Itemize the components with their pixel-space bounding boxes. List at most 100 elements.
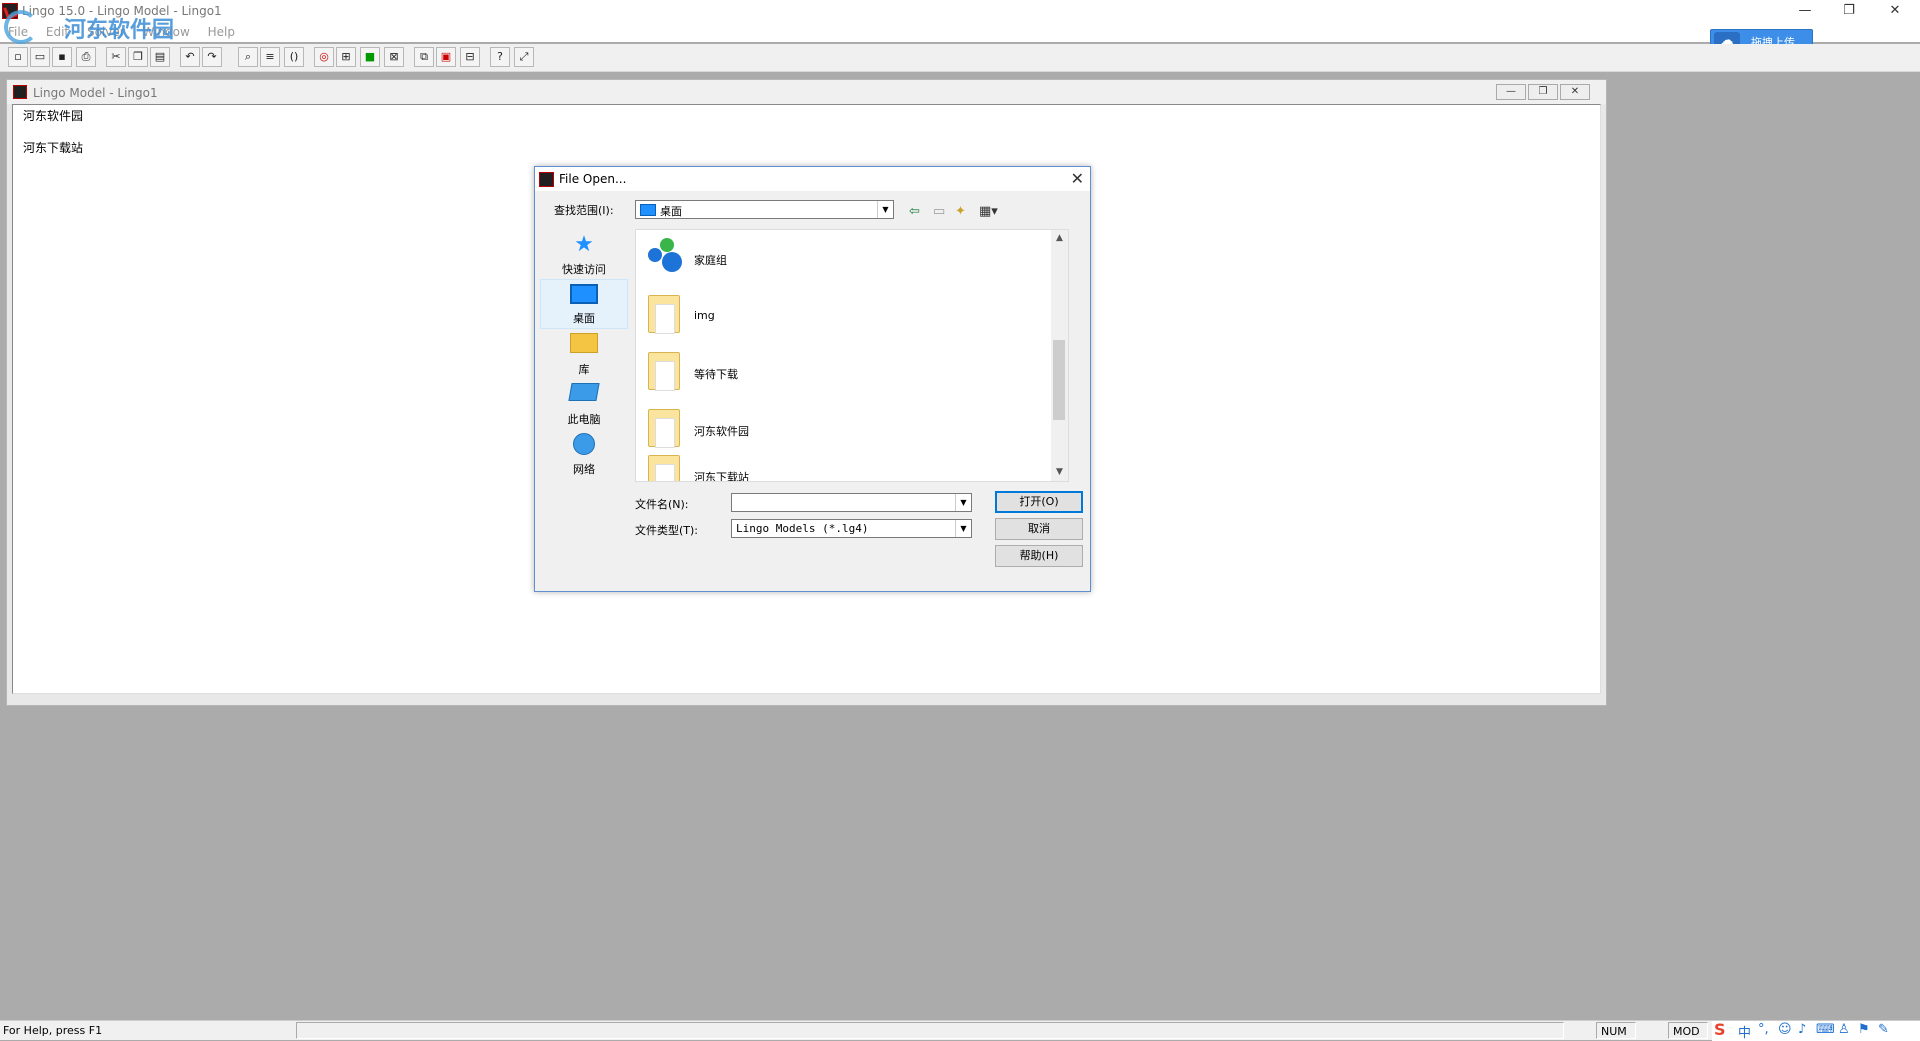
file-open-dialog: File Open... ✕ 查找范围(I): 桌面 ▼ ⇦ ▭ ✦ ▦▾ ★ … (534, 166, 1091, 592)
folder-icon (648, 409, 682, 449)
up-folder-icon[interactable]: ▭ (933, 204, 945, 219)
menu-items[interactable]: File Edit Solver Window Help (8, 25, 235, 39)
filetype-combo[interactable]: Lingo Models (*.lg4) ▼ (731, 519, 972, 538)
new-file-icon[interactable]: ▫ (8, 47, 28, 67)
editor-line-1: 河东软件园 (23, 109, 84, 123)
list-item[interactable]: 等待下载 (636, 344, 1056, 396)
place-network[interactable]: 网络 (540, 429, 628, 479)
place-desktop[interactable]: 桌面 (540, 279, 628, 329)
filename-combo[interactable]: ▼ (731, 493, 972, 512)
help-button[interactable]: 帮助(H) (995, 545, 1083, 567)
redo-icon[interactable]: ↷ (202, 47, 222, 67)
undo-icon[interactable]: ↶ (180, 47, 200, 67)
scroll-down-icon[interactable]: ▼ (1051, 464, 1068, 481)
place-label: 快速访问 (562, 263, 606, 276)
folder-icon (648, 455, 682, 481)
status-help-text: For Help, press F1 (3, 1024, 103, 1037)
tile-icon[interactable]: ⊟ (460, 47, 480, 67)
library-icon (570, 333, 598, 353)
filename-label: 文件名(N): (635, 498, 689, 511)
settings-icon[interactable]: ✎ (1878, 1022, 1889, 1037)
file-list-scrollbar[interactable]: ▲ ▼ (1051, 230, 1068, 481)
filetype-label: 文件类型(T): (635, 524, 699, 537)
app-title: Lingo 15.0 - Lingo Model - Lingo1 (22, 4, 222, 18)
homegroup-icon (648, 238, 682, 278)
places-bar: ★ 快速访问 桌面 库 此电脑 网络 (540, 229, 630, 479)
skin-icon[interactable]: ⚑ (1858, 1022, 1870, 1037)
file-name: img (694, 309, 715, 322)
look-in-combo[interactable]: 桌面 ▼ (635, 200, 894, 219)
status-pane-main (296, 1022, 1564, 1039)
generate-icon[interactable]: ■ (360, 47, 380, 67)
place-this-pc[interactable]: 此电脑 (540, 379, 628, 429)
back-icon[interactable]: ⇦ (909, 204, 920, 219)
view-menu-icon[interactable]: ▦▾ (979, 204, 998, 219)
chinese-mode-icon[interactable]: 中 (1738, 1022, 1751, 1041)
list-item[interactable]: 河东下载站 (636, 447, 1056, 481)
look-in-value: 桌面 (660, 205, 682, 218)
list-item[interactable]: img (636, 287, 1056, 339)
goto-line-icon[interactable]: ≡ (260, 47, 280, 67)
file-name: 家庭组 (694, 254, 727, 267)
child-close-button[interactable]: ✕ (1560, 84, 1590, 100)
dialog-title: File Open... (559, 172, 627, 186)
list-item[interactable]: 家庭组 (636, 230, 1056, 282)
desktop-folder-icon (640, 204, 656, 216)
file-list: 家庭组 img 等待下载 河东软件园 河东下载站 ▲ ▼ (635, 229, 1069, 482)
help-icon[interactable]: ? (490, 47, 510, 67)
scroll-up-icon[interactable]: ▲ (1051, 230, 1068, 247)
cascade-icon[interactable]: ▣ (436, 47, 456, 67)
new-folder-icon[interactable]: ✦ (955, 204, 966, 219)
solve-icon[interactable]: ◎ (314, 47, 334, 67)
cancel-button[interactable]: 取消 (995, 518, 1083, 540)
app-titlebar: Lingo 15.0 - Lingo Model - Lingo1 — ❐ ✕ (0, 0, 1920, 22)
dialog-titlebar: File Open... ✕ (535, 167, 1090, 191)
paste-icon[interactable]: ▤ (150, 47, 170, 67)
keyboard-icon[interactable]: ⌨ (1816, 1022, 1835, 1037)
options-icon[interactable]: ⊞ (336, 47, 356, 67)
restore-button[interactable]: ❐ (1826, 0, 1872, 22)
place-quick-access[interactable]: ★ 快速访问 (540, 229, 628, 279)
dialog-close-icon[interactable]: ✕ (1071, 169, 1084, 188)
cut-icon[interactable]: ✂ (106, 47, 126, 67)
open-button[interactable]: 打开(O) (995, 491, 1083, 513)
send-to-back-icon[interactable]: ⧉ (414, 47, 434, 67)
save-icon[interactable]: ▪ (52, 47, 72, 67)
folder-icon (648, 295, 682, 335)
close-all-icon[interactable]: ⊠ (384, 47, 404, 67)
mod-indicator: MOD (1673, 1025, 1700, 1038)
sogou-icon[interactable]: S (1714, 1020, 1726, 1039)
place-label: 库 (578, 363, 590, 376)
place-library[interactable]: 库 (540, 329, 628, 379)
place-label: 桌面 (573, 312, 595, 325)
place-label: 此电脑 (567, 413, 601, 426)
microphone-icon[interactable]: ♪ (1798, 1022, 1806, 1037)
list-item[interactable]: 河东软件园 (636, 401, 1056, 453)
ime-toolbar: S 中 °, ☺ ♪ ⌨ ♙ ⚑ ✎ (1712, 1020, 1920, 1041)
match-parenthesis-icon[interactable]: () (284, 47, 304, 67)
star-icon: ★ (574, 232, 594, 257)
model-window-title: Lingo Model - Lingo1 (33, 86, 158, 100)
copy-icon[interactable]: ❐ (128, 47, 148, 67)
folder-icon (648, 352, 682, 392)
minimize-button[interactable]: — (1782, 0, 1828, 22)
num-indicator: NUM (1601, 1025, 1627, 1038)
open-file-icon[interactable]: ▭ (30, 47, 50, 67)
print-icon[interactable]: ⎙ (76, 47, 96, 67)
lingo-dialog-icon (539, 172, 554, 187)
menu-bar: File Edit Solver Window Help (0, 22, 1920, 42)
editor-line-2: 河东下载站 (23, 141, 84, 155)
user-icon[interactable]: ♙ (1838, 1022, 1850, 1037)
scroll-thumb[interactable] (1053, 340, 1065, 420)
chevron-down-icon: ▼ (955, 520, 971, 537)
context-help-icon[interactable]: ⤢ (514, 47, 534, 67)
status-pane-num: NUM (1596, 1022, 1636, 1039)
find-icon[interactable]: ⌕ (238, 47, 258, 67)
child-minimize-button[interactable]: — (1496, 84, 1526, 100)
lingo-app-icon (2, 3, 18, 19)
close-button[interactable]: ✕ (1872, 0, 1918, 22)
emoji-icon[interactable]: ☺ (1778, 1022, 1792, 1037)
punctuation-icon[interactable]: °, (1758, 1022, 1769, 1037)
model-window-titlebar: Lingo Model - Lingo1 — ❐ ✕ (7, 80, 1606, 104)
child-restore-button[interactable]: ❐ (1528, 84, 1558, 100)
